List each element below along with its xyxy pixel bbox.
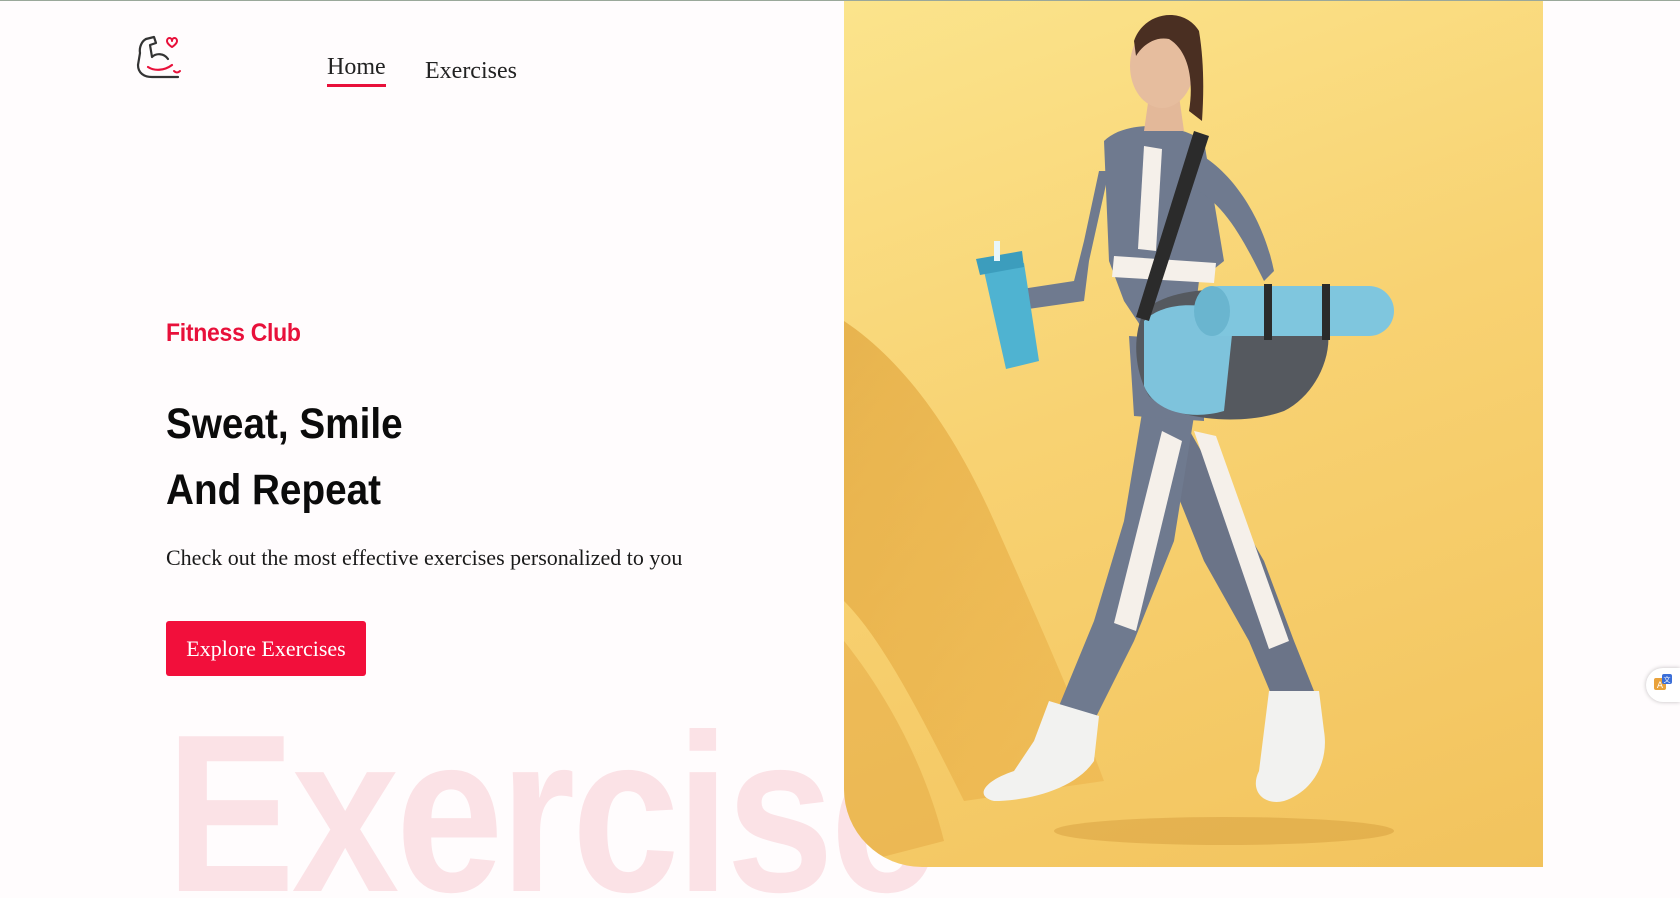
hero-headline-line2: And Repeat bbox=[166, 466, 382, 514]
nav-home-link[interactable]: Home bbox=[327, 54, 386, 88]
hero-eyebrow: Fitness Club bbox=[166, 319, 301, 347]
nav-exercises-link[interactable]: Exercises bbox=[425, 58, 517, 84]
hero-headline: Sweat, Smile And Repeat bbox=[166, 391, 403, 523]
translate-widget[interactable]: A 文 bbox=[1646, 668, 1680, 702]
svg-text:文: 文 bbox=[1664, 675, 1671, 684]
page: Home Exercises Fitness Club Sweat, Smile… bbox=[0, 0, 1680, 898]
hero-image bbox=[844, 1, 1543, 867]
flexed-arm-heart-icon[interactable] bbox=[134, 31, 186, 83]
hero-subtext: Check out the most effective exercises p… bbox=[166, 545, 683, 570]
background-word: Exercise bbox=[166, 687, 938, 898]
hero-headline-line1: Sweat, Smile bbox=[166, 400, 403, 448]
translate-icon: A 文 bbox=[1652, 672, 1674, 698]
explore-exercises-button[interactable]: Explore Exercises bbox=[166, 621, 366, 676]
